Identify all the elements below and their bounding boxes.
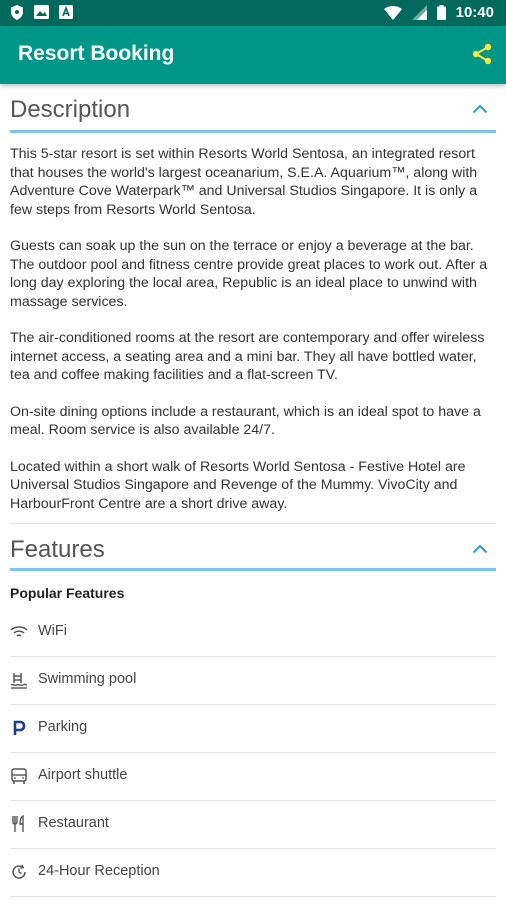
feature-label: Airport shuttle [38, 767, 128, 783]
shield-icon [11, 5, 23, 20]
description-body: This 5-star resort is set within Resorts… [0, 145, 506, 513]
image-icon [34, 5, 49, 19]
description-paragraph: The air-conditioned rooms at the resort … [10, 330, 485, 383]
feature-item-parking[interactable]: Parking [10, 705, 496, 753]
wifi-signal-icon [383, 5, 402, 20]
feature-label: Swimming pool [38, 671, 137, 687]
clock: 10:40 [455, 4, 494, 21]
feature-item-wifi[interactable]: WiFi [10, 609, 496, 657]
feature-item-shuttle[interactable]: Airport shuttle [10, 753, 496, 801]
features-header[interactable]: Features [10, 524, 496, 571]
battery-icon [436, 5, 446, 20]
feature-item-restaurant[interactable]: Restaurant [10, 801, 496, 849]
description-title: Description [10, 96, 131, 123]
app-bar: Resort Booking [0, 26, 506, 84]
parking-icon [13, 720, 26, 735]
feature-item-reception[interactable]: 24-Hour Reception [10, 849, 496, 897]
features-title: Features [10, 536, 105, 563]
main-content: Description This 5-star resort is set wi… [0, 84, 506, 897]
wifi-icon [10, 626, 28, 637]
shuttle-icon [11, 768, 27, 784]
chevron-up-icon[interactable] [472, 104, 488, 114]
description-header[interactable]: Description [10, 84, 496, 133]
restaurant-icon [12, 815, 24, 832]
share-icon[interactable] [470, 42, 494, 66]
notification-icons [10, 5, 73, 20]
feature-label: Restaurant [38, 815, 109, 831]
app-icon [59, 5, 73, 19]
features-list: WiFi Swimming pool Parking Airport shutt… [10, 609, 496, 897]
feature-item-pool[interactable]: Swimming pool [10, 657, 496, 705]
description-paragraph: Guests can soak up the sun on the terrac… [10, 238, 488, 310]
feature-label: Parking [38, 719, 88, 735]
feature-label: 24-Hour Reception [38, 863, 160, 879]
feature-label: WiFi [38, 623, 67, 639]
description-paragraph: On-site dining options include a restaur… [10, 403, 481, 439]
app-title: Resort Booking [18, 42, 175, 65]
description-paragraph: This 5-star resort is set within Resorts… [10, 146, 478, 218]
cell-signal-icon [411, 5, 427, 20]
reception-icon [12, 864, 26, 879]
description-paragraph: Located within a short walk of Resorts W… [10, 458, 466, 512]
pool-icon [10, 673, 28, 689]
popular-features-label: Popular Features [10, 585, 125, 601]
chevron-up-icon[interactable] [472, 544, 488, 554]
status-bar: 10:40 [0, 0, 506, 26]
